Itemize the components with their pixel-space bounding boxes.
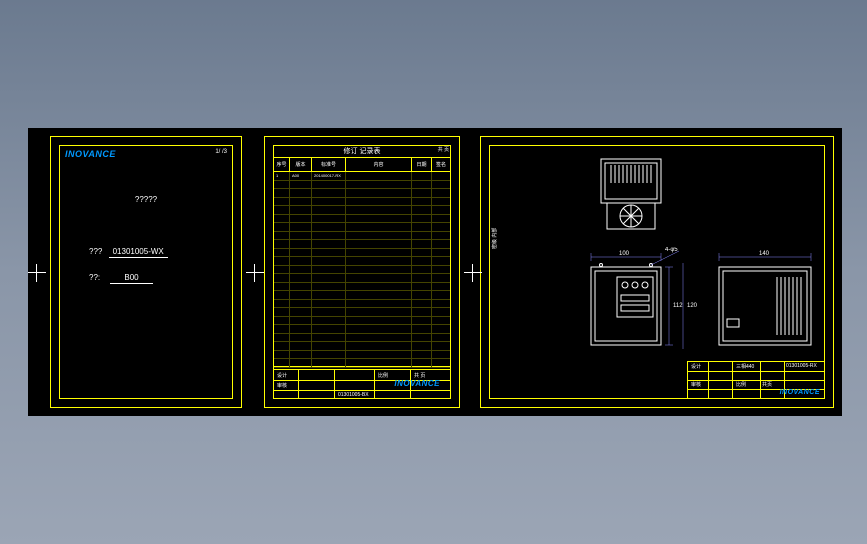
- origin-marker-2: [246, 264, 264, 282]
- tb3-brand: INOVANCE: [780, 389, 820, 396]
- th-date: 日期: [412, 158, 432, 171]
- table-row: [274, 181, 450, 190]
- th-seq: 序号: [274, 158, 290, 171]
- tb-docnum: 01301005-BX: [338, 392, 369, 398]
- tb3-docnum: 01301005-RX: [786, 363, 817, 369]
- brand-logo: INOVANCE: [65, 149, 116, 159]
- th-ver: 版本: [290, 158, 312, 171]
- revision-rows: 1A00201400017-RX: [274, 172, 450, 366]
- revision-title: 修订 记录表: [265, 146, 459, 156]
- revision-sheet: 修订 记录表 共 页 序号 版本 标准号 内容 日期 签名 1A00201400…: [264, 136, 460, 408]
- origin-marker-1: [28, 264, 46, 282]
- table-row: [274, 206, 450, 215]
- table-row: [274, 325, 450, 334]
- table-row: [274, 334, 450, 343]
- cover-field-2-value: B00: [110, 273, 152, 284]
- tb-brand: INOVANCE: [394, 379, 440, 388]
- table-row: [274, 342, 450, 351]
- cover-frame: [59, 145, 233, 399]
- revision-page-marker: 共 页: [438, 146, 449, 153]
- tb-pages: 共 页: [414, 372, 425, 379]
- revision-table-header: 序号 版本 标准号 内容 日期 签名: [274, 158, 450, 172]
- table-row: [274, 300, 450, 309]
- origin-marker-3: [464, 264, 482, 282]
- drawing-titleblock: 设计 三相440 01301005-RX 审核 比例 共页 INOVANCE: [687, 361, 825, 399]
- table-row: [274, 249, 450, 258]
- cover-field-2-label: ??:: [89, 273, 100, 282]
- confidential-label: 密级 内部: [491, 228, 498, 249]
- table-row: [274, 232, 450, 241]
- top-view: [591, 153, 671, 233]
- cover-page-num: 1/ /3: [215, 149, 227, 155]
- dim-side-w: 140: [759, 251, 770, 257]
- cad-canvas: INOVANCE 1/ /3 ????? ??? 01301005-WX ??:…: [28, 128, 842, 416]
- dim-front-h1: 112: [673, 303, 683, 309]
- tb3-design: 设计: [691, 363, 701, 370]
- table-row: [274, 351, 450, 360]
- side-view: 140: [707, 247, 827, 367]
- th-std: 标准号: [312, 158, 346, 171]
- drawing-sheet: 密级 内部: [480, 136, 834, 408]
- cover-sheet: INOVANCE 1/ /3 ????? ??? 01301005-WX ??:…: [50, 136, 242, 408]
- tb3-prod: 三相440: [736, 363, 754, 370]
- table-row: [274, 189, 450, 198]
- table-row: [274, 223, 450, 232]
- table-row: [274, 215, 450, 224]
- hole-note: 4-φ5: [665, 247, 678, 253]
- table-row: [274, 291, 450, 300]
- cover-field-1-value: 01301005-WX: [109, 247, 168, 258]
- table-row: 1A00201400017-RX: [274, 172, 450, 181]
- front-view: 100 112 120 4-φ5: [561, 247, 701, 367]
- revision-titleblock: 设计 比例 共 页 审核 01301005-BX INOVANCE: [273, 369, 451, 399]
- table-row: [274, 274, 450, 283]
- tb3-review: 审核: [691, 381, 701, 388]
- th-sign: 签名: [432, 158, 450, 171]
- cover-field-1: ??? 01301005-WX: [89, 247, 168, 256]
- tb3-sheet: 共页: [762, 381, 772, 388]
- th-content: 内容: [346, 158, 412, 171]
- table-row: [274, 257, 450, 266]
- table-row: [274, 198, 450, 207]
- dim-front-w: 100: [619, 251, 630, 257]
- dim-front-h2: 120: [687, 303, 698, 309]
- tb-design-label: 设计: [277, 372, 287, 379]
- cover-field-2: ??: B00: [89, 273, 153, 282]
- table-row: [274, 266, 450, 275]
- table-row: [274, 359, 450, 368]
- tb-scale-label: 比例: [378, 372, 388, 379]
- tb-review-label: 审核: [277, 382, 287, 389]
- cover-field-1-label: ???: [89, 247, 102, 256]
- cover-title: ?????: [51, 195, 241, 204]
- table-row: [274, 283, 450, 292]
- revision-table: 序号 版本 标准号 内容 日期 签名 1A00201400017-RX: [273, 157, 451, 367]
- side-scale: 密级 内部: [491, 149, 503, 357]
- table-row: [274, 308, 450, 317]
- tb3-scale: 比例: [736, 381, 746, 388]
- table-row: [274, 317, 450, 326]
- table-row: [274, 240, 450, 249]
